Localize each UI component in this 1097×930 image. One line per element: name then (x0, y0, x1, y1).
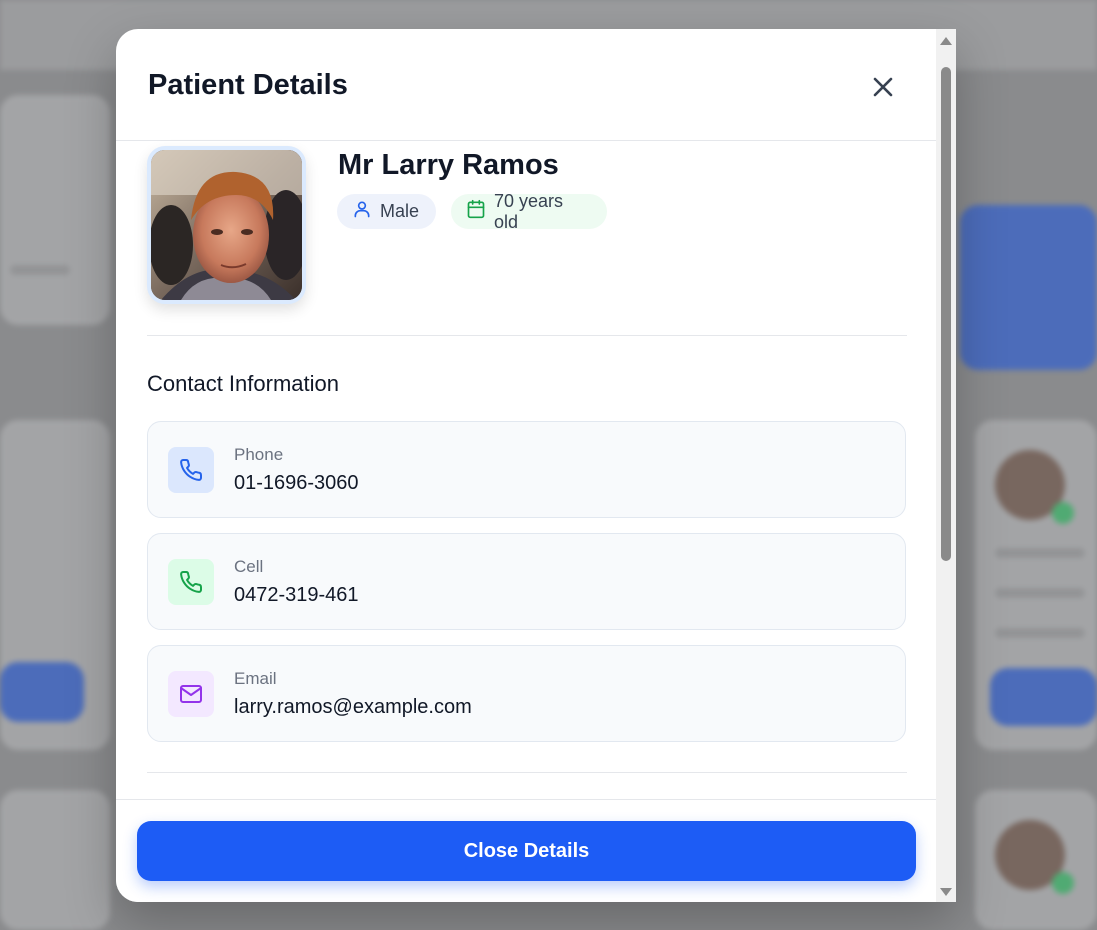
contact-card-phone: Phone 01-1696-3060 (147, 421, 906, 518)
scroll-down-arrow-icon[interactable] (940, 888, 952, 896)
close-icon[interactable] (868, 72, 898, 102)
user-icon (352, 199, 372, 224)
contact-label: Cell (234, 557, 264, 576)
calendar-icon (466, 199, 486, 224)
close-details-button[interactable]: Close Details (137, 821, 916, 881)
mail-icon (168, 671, 214, 717)
divider (147, 772, 907, 773)
patient-name: Mr Larry Ramos (338, 149, 559, 181)
patient-avatar (147, 146, 306, 304)
contact-card-cell: Cell 0472-319-461 (147, 533, 906, 630)
phone-icon (168, 447, 214, 493)
contact-label: Phone (234, 445, 284, 464)
phone-icon (168, 559, 214, 605)
modal-header: Patient Details (116, 29, 936, 141)
email-value: larry.ramos@example.com (234, 696, 472, 718)
gender-text: Male (380, 201, 420, 221)
cell-value: 0472-319-461 (234, 584, 359, 606)
gender-badge: Male (337, 194, 436, 229)
modal-title: Patient Details (148, 69, 348, 101)
age-text: 70 years old (494, 190, 564, 232)
contact-section-title: Contact Information (147, 371, 339, 396)
contact-label: Email (234, 669, 277, 688)
patient-details-modal: Patient Details Mr Larry Ramos Male 70 y… (116, 29, 956, 902)
scroll-up-arrow-icon[interactable] (940, 37, 952, 45)
scrollbar-thumb[interactable] (941, 67, 951, 561)
phone-value: 01-1696-3060 (234, 472, 359, 494)
modal-footer: Close Details (116, 799, 936, 902)
scrollbar[interactable] (936, 29, 956, 902)
divider (147, 335, 907, 336)
contact-card-email: Email larry.ramos@example.com (147, 645, 906, 742)
age-badge: 70 years old (451, 191, 607, 232)
